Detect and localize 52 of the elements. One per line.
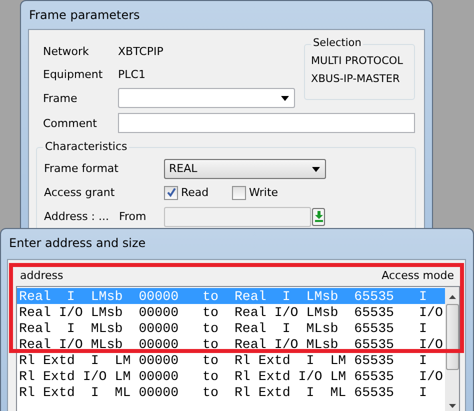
- address-text: Rl Extd I ML 00000 to Rl Extd I ML 65535: [19, 384, 396, 400]
- scrollbar[interactable]: [445, 287, 459, 411]
- access-mode-text: I/O: [419, 368, 443, 384]
- selection-text: XBUS-IP-MASTER: [311, 73, 401, 85]
- list-row[interactable]: Rl Extd I ML 00000 to Rl Extd I ML 65535 I: [17, 384, 445, 400]
- equipment-value: PLC1: [118, 68, 146, 80]
- group-title: Characteristics: [43, 140, 130, 153]
- up-arrow-icon[interactable]: [448, 295, 456, 299]
- list-row[interactable]: Rl Extd I LM 00000 to Rl Extd I LM 65535 I: [17, 352, 445, 368]
- checkbox-label: Read: [181, 186, 209, 199]
- window-title: Frame parameters: [29, 8, 140, 22]
- list-row[interactable]: Real I MLsb 00000 to Real I MLsb 65535 I: [17, 320, 445, 336]
- equipment-label: Equipment: [43, 68, 104, 80]
- access-mode-text: I: [419, 288, 427, 304]
- from-label: From: [119, 210, 148, 223]
- checkbox[interactable]: [232, 186, 246, 200]
- frame-label: Frame: [43, 92, 78, 104]
- dialog-title: Enter address and size: [9, 236, 146, 250]
- down-arrow-icon[interactable]: [448, 404, 456, 408]
- list-row[interactable]: Real I/O LMsb 00000 to Real I/O LMsb 65535 I/O: [17, 304, 445, 320]
- address-text: Rl Extd I LM 00000 to Rl Extd I LM 65535: [19, 352, 396, 368]
- column-header: Access mode: [382, 268, 454, 282]
- network-label: Network: [43, 44, 90, 58]
- address-text: Rl Extd I/O LM 00000 to Rl Extd I/O LM 65535: [19, 368, 396, 384]
- list-row[interactable]: Rl Extd I/O LM 00000 to Rl Extd I/O LM 65535 I/O: [17, 368, 445, 384]
- access-mode-text: I/O: [419, 336, 443, 352]
- from-field[interactable]: [164, 206, 311, 226]
- caret-icon: [281, 96, 289, 101]
- list-row[interactable]: Real I/O MLsb 00000 to Real I/O MLsb 65535 I/O: [17, 336, 445, 352]
- frame-dropdown[interactable]: [118, 88, 295, 108]
- comment-field[interactable]: [118, 113, 415, 133]
- address-label: Address : ...: [44, 210, 110, 223]
- access-mode-text: I: [419, 384, 427, 400]
- checkbox-label: Write: [249, 186, 278, 199]
- access-mode-text: I: [419, 352, 427, 368]
- address-text: Real I LMsb 00000 to Real I LMsb 65535: [19, 288, 396, 304]
- access-grant-label: Access grant: [44, 186, 116, 199]
- group-title: Selection: [311, 37, 364, 49]
- caret-icon: [312, 166, 320, 172]
- checkbox[interactable]: [164, 186, 178, 200]
- column-header: address: [20, 268, 64, 282]
- comment-label: Comment: [43, 116, 98, 130]
- access-mode-text: I: [419, 320, 427, 336]
- address-text: Real I/O LMsb 00000 to Real I/O LMsb 65535: [19, 304, 396, 320]
- access-mode-text: I/O: [419, 304, 443, 320]
- selection-text: MULTI PROTOCOL: [311, 55, 404, 67]
- download-arrow-button[interactable]: [312, 208, 325, 226]
- address-text: Real I MLsb 00000 to Real I MLsb 65535: [19, 320, 396, 336]
- address-text: Real I/O MLsb 00000 to Real I/O MLsb 65535: [19, 336, 396, 352]
- network-value: XBTCPIP: [118, 44, 164, 58]
- frame-format-label: Frame format: [44, 162, 120, 175]
- frame-format-dropdown[interactable]: REAL: [164, 158, 326, 178]
